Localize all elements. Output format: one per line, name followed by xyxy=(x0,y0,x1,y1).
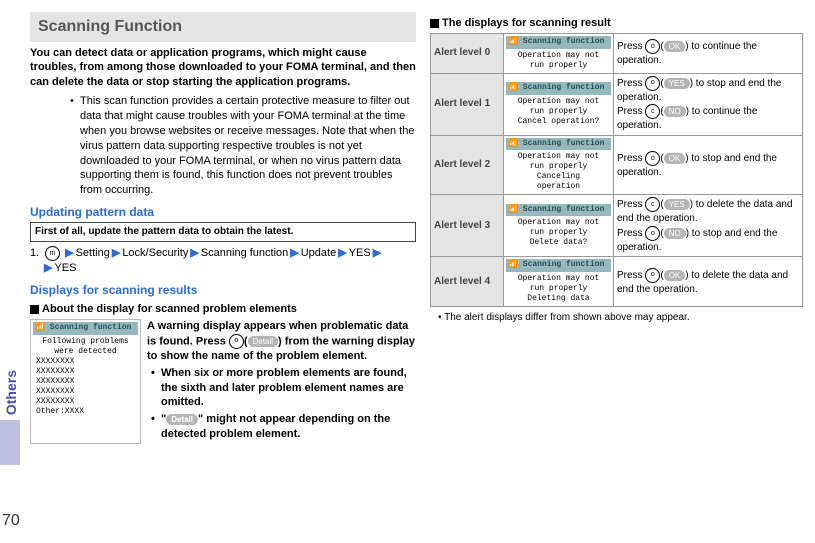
alert-action: Press o(OK) to continue the operation. xyxy=(614,33,803,73)
path-segment: YES xyxy=(349,247,371,259)
arrow-icon: ▶ xyxy=(44,262,52,274)
problem-item: XXXXXXXX xyxy=(36,357,138,367)
path-segment: YES xyxy=(54,262,76,274)
detail-pill: Detail xyxy=(248,336,278,347)
arrow-icon: ▶ xyxy=(290,247,298,259)
alert-screenshot: 📶 Scanning functionOperation may notrun … xyxy=(504,195,614,257)
alert-label: Alert level 4 xyxy=(431,257,504,307)
alert-action: Press o(YES) to stop and end the operati… xyxy=(614,73,803,135)
path-segment: Lock/Security xyxy=(122,247,188,259)
table-row: Alert level 4📶 Scanning functionOperatio… xyxy=(431,257,803,307)
arrow-icon: ▶ xyxy=(190,247,198,259)
alert-level-table: Alert level 0📶 Scanning functionOperatio… xyxy=(430,33,803,307)
results-heading: Displays for scanning results xyxy=(30,282,416,298)
problem-item: XXXXXXXX xyxy=(36,377,138,387)
table-footnote: The alert displays differ from shown abo… xyxy=(438,311,803,325)
page-number: 70 xyxy=(2,510,20,532)
problem-item: XXXXXXXX xyxy=(36,367,138,377)
results-subheader: About the display for scanned problem el… xyxy=(30,302,416,317)
alert-label: Alert level 1 xyxy=(431,73,504,135)
menu-icon: m xyxy=(45,246,60,261)
path-segment: Setting xyxy=(76,247,110,259)
antenna-icon: 📶 xyxy=(35,323,45,332)
ok-icon: o xyxy=(229,334,244,349)
scan-note: This scan function provides a certain pr… xyxy=(80,94,416,198)
arrow-icon: ▶ xyxy=(373,247,381,259)
alert-screenshot: 📶 Scanning functionOperation may notrun … xyxy=(504,257,614,307)
phone-screenshot-problems: 📶 Scanning function Following problemswe… xyxy=(30,319,141,444)
alert-label: Alert level 0 xyxy=(431,33,504,73)
right-header: The displays for scanning result xyxy=(430,16,803,31)
table-row: Alert level 2📶 Scanning functionOperatio… xyxy=(431,135,803,195)
alert-screenshot: 📶 Scanning functionOperation may notrun … xyxy=(504,135,614,195)
path-segment: Update xyxy=(301,247,336,259)
lead-paragraph: You can detect data or application progr… xyxy=(30,46,416,91)
arrow-icon: ▶ xyxy=(112,247,120,259)
table-row: Alert level 3📶 Scanning functionOperatio… xyxy=(431,195,803,257)
update-callout: First of all, update the pattern data to… xyxy=(30,222,416,242)
path-segment: Scanning function xyxy=(201,247,288,259)
table-row: Alert level 1📶 Scanning functionOperatio… xyxy=(431,73,803,135)
problem-item: XXXXXXXX xyxy=(36,397,138,407)
results-explanation: A warning display appears when problemat… xyxy=(147,319,416,444)
step-1: 1. m ▶Setting▶Lock/Security▶Scanning fun… xyxy=(30,246,416,276)
updating-heading: Updating pattern data xyxy=(30,204,416,220)
step-number: 1. xyxy=(30,246,42,261)
note-six-or-more: When six or more problem elements are fo… xyxy=(161,366,416,411)
alert-screenshot: 📶 Scanning functionOperation may notrun … xyxy=(504,33,614,73)
arrow-icon: ▶ xyxy=(65,247,73,259)
alert-label: Alert level 2 xyxy=(431,135,504,195)
alert-action: Press o(OK) to stop and end the operatio… xyxy=(614,135,803,195)
side-color-block xyxy=(0,420,20,465)
section-title: Scanning Function xyxy=(30,12,416,42)
problem-item: Other:XXXX xyxy=(36,407,138,417)
alert-label: Alert level 3 xyxy=(431,195,504,257)
alert-action: Press o(OK) to delete the data and end t… xyxy=(614,257,803,307)
problem-item: XXXXXXXX xyxy=(36,387,138,397)
table-row: Alert level 0📶 Scanning functionOperatio… xyxy=(431,33,803,73)
arrow-icon: ▶ xyxy=(338,247,346,259)
note-detail-missing: "Detail" might not appear depending on t… xyxy=(161,412,416,442)
side-tab-label: Others xyxy=(2,370,21,415)
alert-screenshot: 📶 Scanning functionOperation may notrun … xyxy=(504,73,614,135)
alert-action: Press c(YES) to delete the data and end … xyxy=(614,195,803,257)
